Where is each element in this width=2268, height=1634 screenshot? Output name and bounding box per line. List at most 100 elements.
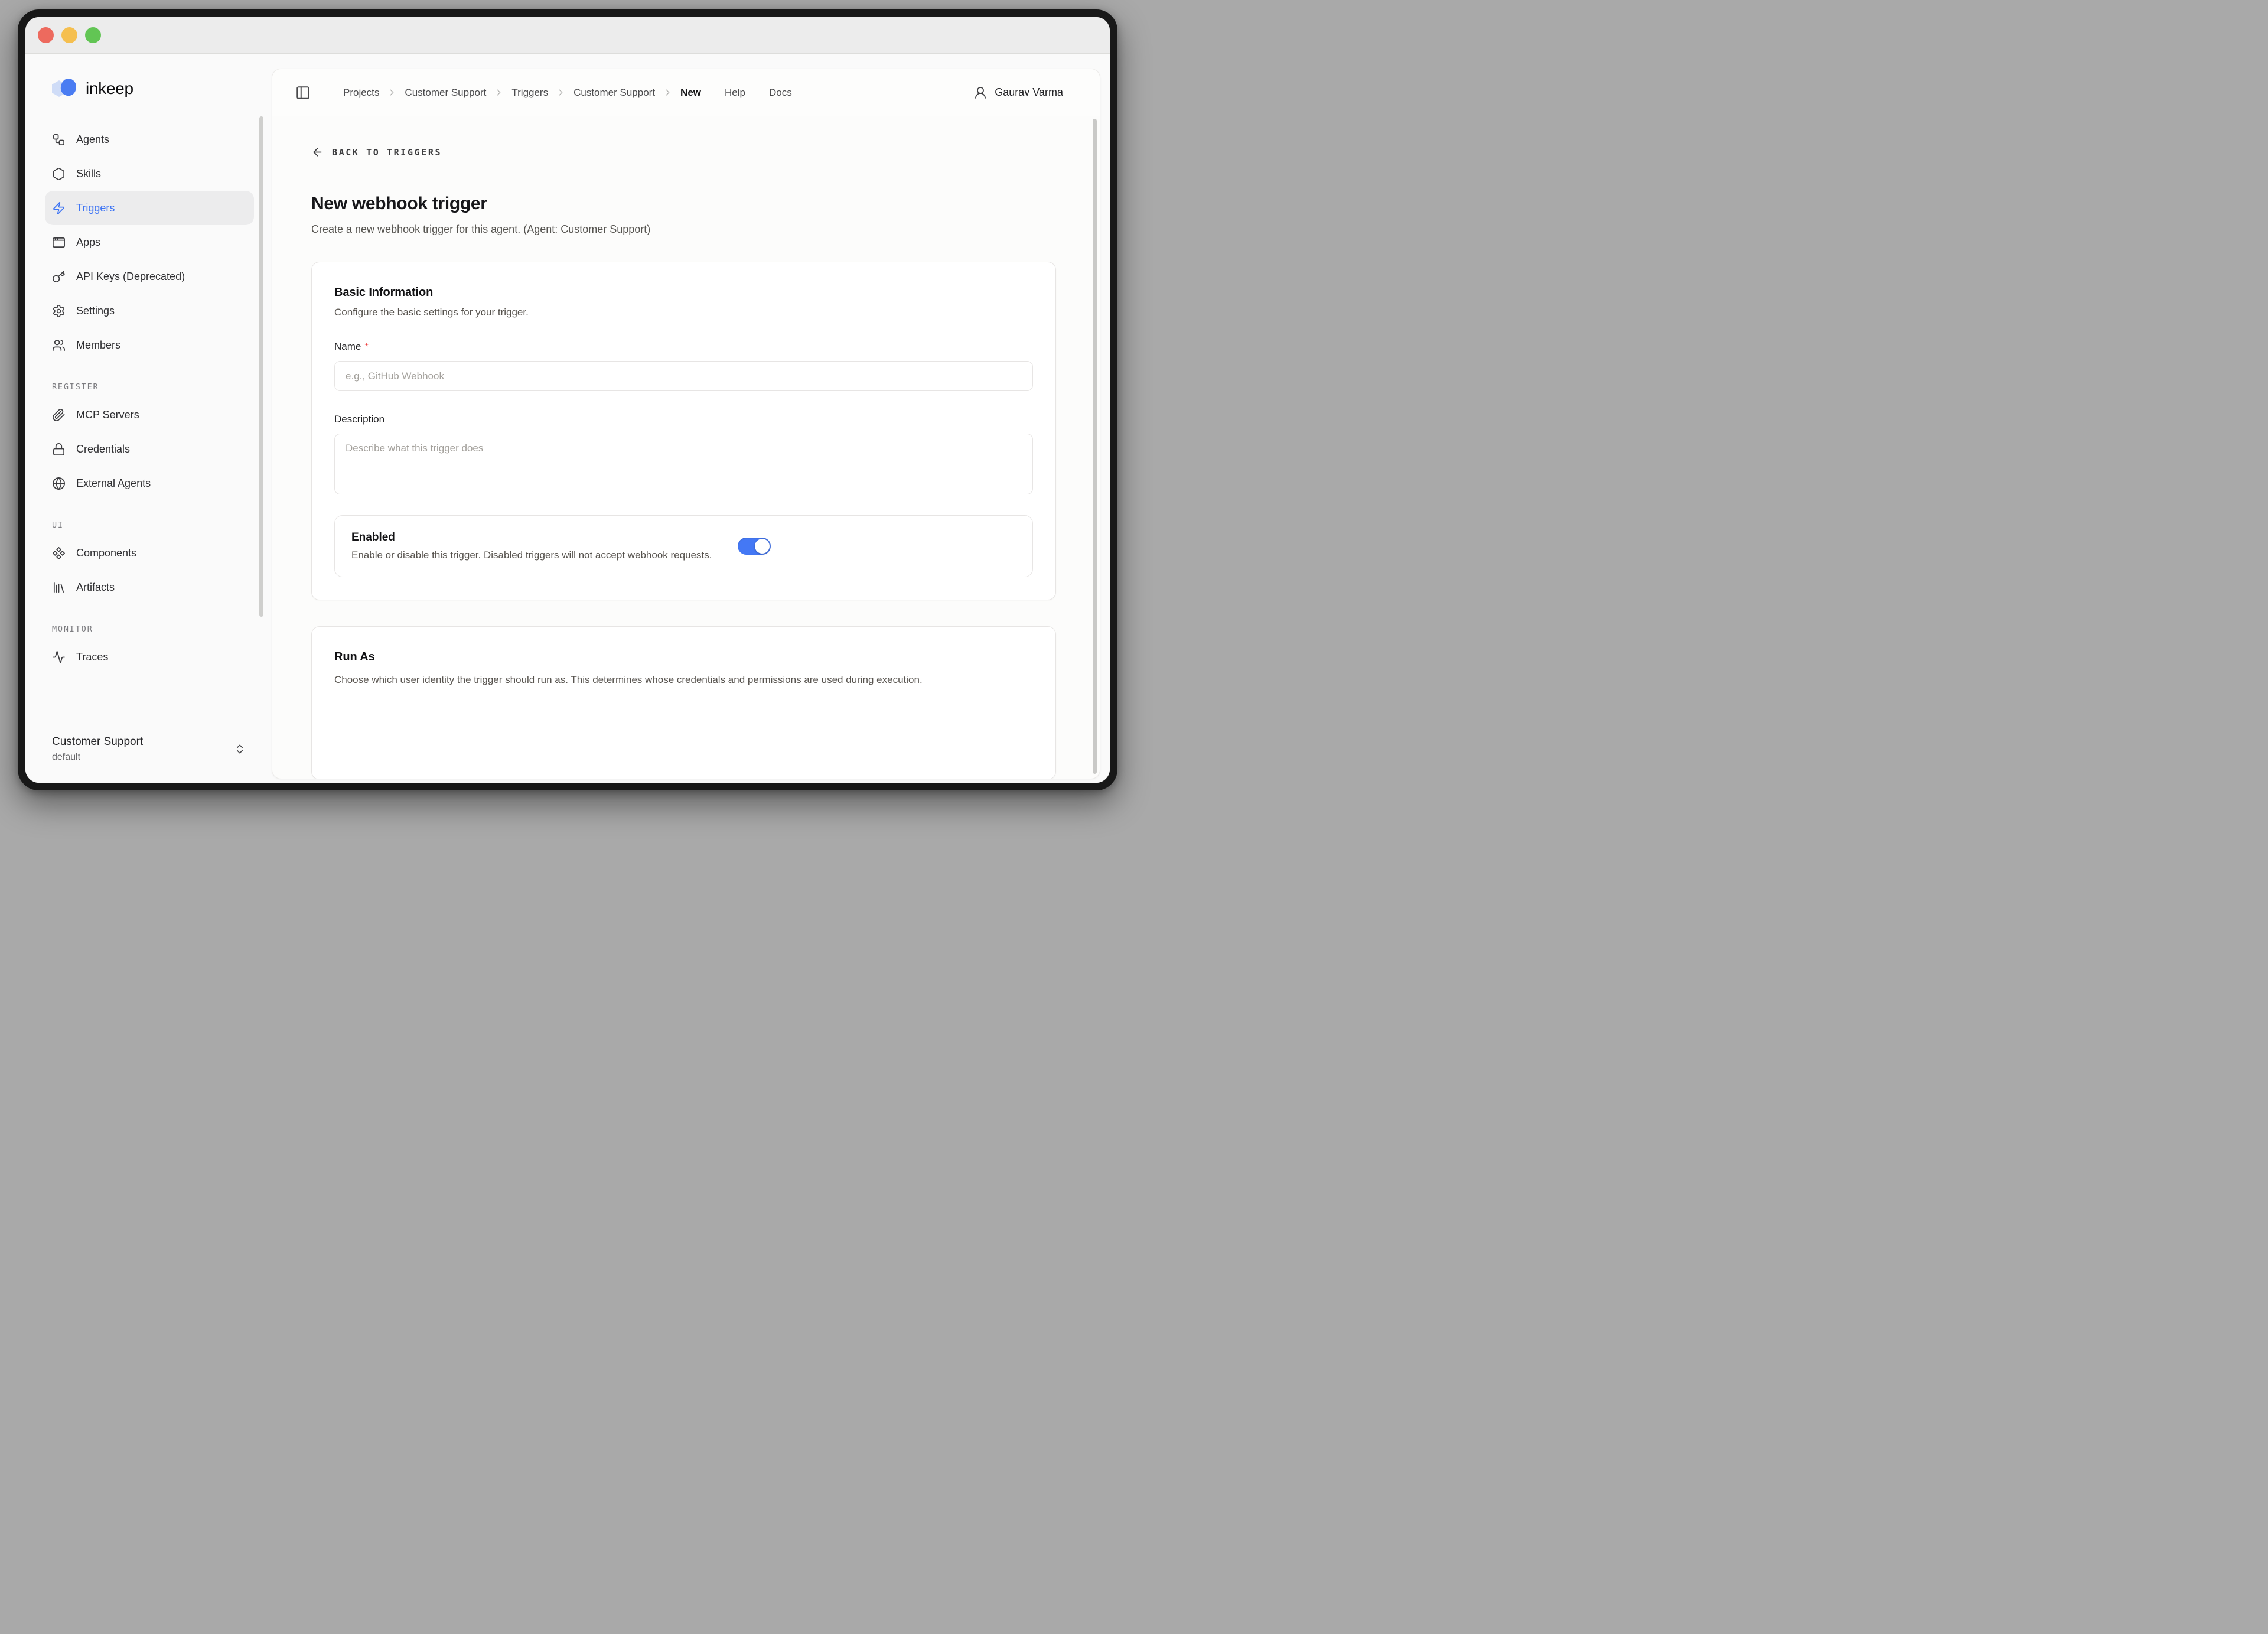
breadcrumb-customer-support[interactable]: Customer Support bbox=[405, 87, 486, 99]
key-icon bbox=[52, 270, 66, 284]
sidebar-item-label: External Agents bbox=[76, 477, 151, 490]
user-menu[interactable]: Gaurav Varma bbox=[973, 86, 1063, 100]
sidebar-item-label: API Keys (Deprecated) bbox=[76, 271, 185, 283]
sidebar-item-label: Settings bbox=[76, 305, 115, 317]
breadcrumb-header: Projects Customer Support Triggers Custo… bbox=[272, 69, 1100, 116]
page-title: New webhook trigger bbox=[311, 194, 1056, 214]
zoom-button[interactable] bbox=[85, 27, 101, 43]
run-as-description: Choose which user identity the trigger s… bbox=[334, 672, 1022, 688]
lock-icon bbox=[52, 442, 66, 456]
enabled-setting: Enabled Enable or disable this trigger. … bbox=[334, 515, 1033, 577]
name-label: Name * bbox=[334, 341, 1033, 353]
enabled-toggle[interactable] bbox=[738, 538, 771, 555]
toggle-knob bbox=[755, 539, 770, 554]
page-content: BACK TO TRIGGERS New webhook trigger Cre… bbox=[272, 116, 1100, 779]
chevron-right-icon bbox=[663, 87, 673, 97]
users-icon bbox=[52, 338, 66, 352]
workspace-environment: default bbox=[52, 752, 143, 763]
description-label-text: Description bbox=[334, 414, 384, 425]
workspace-switcher[interactable]: Customer Support default bbox=[45, 735, 254, 763]
docs-link[interactable]: Docs bbox=[769, 87, 792, 99]
sidebar-item-mcp-servers[interactable]: MCP Servers bbox=[45, 398, 254, 432]
sidebar-scrollbar[interactable] bbox=[259, 116, 263, 617]
panel-left-icon[interactable] bbox=[295, 85, 311, 100]
sidebar-item-members[interactable]: Members bbox=[45, 328, 254, 362]
breadcrumb-new: New bbox=[680, 87, 701, 99]
sidebar-item-label: MCP Servers bbox=[76, 409, 139, 421]
inkeep-logo-icon bbox=[50, 76, 80, 101]
required-asterisk: * bbox=[364, 341, 369, 353]
user-name: Gaurav Varma bbox=[995, 86, 1063, 99]
run-as-card: Run As Choose which user identity the tr… bbox=[311, 626, 1056, 779]
sidebar-item-label: Artifacts bbox=[76, 581, 115, 594]
app-window-icon bbox=[52, 236, 66, 249]
app-window: inkeep Agents Skills Triggers Apps bbox=[18, 9, 1117, 790]
description-label: Description bbox=[334, 414, 1033, 425]
zap-icon bbox=[52, 201, 66, 215]
chevron-right-icon bbox=[556, 87, 566, 97]
name-input[interactable] bbox=[334, 361, 1033, 391]
window-titlebar bbox=[25, 17, 1110, 54]
sidebar-item-settings[interactable]: Settings bbox=[45, 294, 254, 328]
basic-information-description: Configure the basic settings for your tr… bbox=[334, 307, 1033, 318]
gear-icon bbox=[52, 304, 66, 318]
sidebar-item-label: Components bbox=[76, 547, 136, 559]
back-to-triggers-link[interactable]: BACK TO TRIGGERS bbox=[311, 146, 442, 158]
breadcrumb-agent[interactable]: Customer Support bbox=[573, 87, 655, 99]
basic-information-card: Basic Information Configure the basic se… bbox=[311, 262, 1056, 600]
sidebar-section-register: REGISTER bbox=[52, 382, 254, 392]
header-links: Help Docs bbox=[725, 87, 792, 99]
description-input[interactable] bbox=[334, 434, 1033, 494]
sidebar-item-triggers[interactable]: Triggers bbox=[45, 191, 254, 225]
enabled-title: Enabled bbox=[351, 531, 712, 544]
sidebar-item-label: Members bbox=[76, 339, 120, 351]
sidebar-item-label: Triggers bbox=[76, 202, 115, 214]
arrow-left-icon bbox=[311, 146, 324, 158]
run-as-title: Run As bbox=[334, 650, 1033, 664]
library-icon bbox=[52, 581, 66, 594]
globe-icon bbox=[52, 477, 66, 490]
breadcrumb-triggers[interactable]: Triggers bbox=[511, 87, 548, 99]
back-link-label: BACK TO TRIGGERS bbox=[332, 147, 442, 158]
sidebar-item-external-agents[interactable]: External Agents bbox=[45, 466, 254, 500]
chevron-right-icon bbox=[387, 87, 397, 97]
paperclip-icon bbox=[52, 408, 66, 422]
sidebar-item-credentials[interactable]: Credentials bbox=[45, 432, 254, 466]
basic-information-title: Basic Information bbox=[334, 286, 1033, 300]
main-panel: Projects Customer Support Triggers Custo… bbox=[272, 69, 1100, 779]
sidebar-item-components[interactable]: Components bbox=[45, 536, 254, 570]
sidebar: inkeep Agents Skills Triggers Apps bbox=[25, 54, 272, 783]
close-button[interactable] bbox=[38, 27, 54, 43]
hexagon-icon bbox=[52, 167, 66, 181]
sidebar-section-monitor: MONITOR bbox=[52, 624, 254, 634]
logo-wordmark: inkeep bbox=[86, 79, 133, 98]
workspace-name: Customer Support bbox=[52, 735, 143, 748]
inkeep-logo[interactable]: inkeep bbox=[50, 75, 254, 102]
sidebar-item-label: Traces bbox=[76, 651, 108, 663]
page-subtitle: Create a new webhook trigger for this ag… bbox=[311, 223, 1056, 236]
sidebar-item-label: Credentials bbox=[76, 443, 130, 455]
sidebar-item-api-keys[interactable]: API Keys (Deprecated) bbox=[45, 259, 254, 294]
sidebar-item-label: Agents bbox=[76, 134, 109, 146]
name-label-text: Name bbox=[334, 341, 361, 353]
activity-icon bbox=[52, 650, 66, 664]
chevrons-up-down-icon bbox=[234, 743, 246, 755]
sidebar-item-agents[interactable]: Agents bbox=[45, 122, 254, 157]
sidebar-item-artifacts[interactable]: Artifacts bbox=[45, 570, 254, 604]
app-body: inkeep Agents Skills Triggers Apps bbox=[25, 54, 1110, 783]
sidebar-item-traces[interactable]: Traces bbox=[45, 640, 254, 674]
component-icon bbox=[52, 546, 66, 560]
sidebar-item-apps[interactable]: Apps bbox=[45, 225, 254, 259]
breadcrumb-projects[interactable]: Projects bbox=[343, 87, 379, 99]
sidebar-item-skills[interactable]: Skills bbox=[45, 157, 254, 191]
sidebar-item-label: Skills bbox=[76, 168, 101, 180]
content-scrollbar[interactable] bbox=[1093, 119, 1097, 774]
desktop-background: inkeep Agents Skills Triggers Apps bbox=[0, 0, 1134, 817]
sidebar-item-label: Apps bbox=[76, 236, 100, 249]
minimize-button[interactable] bbox=[61, 27, 77, 43]
enabled-description: Enable or disable this trigger. Disabled… bbox=[351, 549, 712, 561]
help-link[interactable]: Help bbox=[725, 87, 745, 99]
sidebar-section-ui: UI bbox=[52, 520, 254, 530]
workflow-icon bbox=[52, 133, 66, 147]
user-icon bbox=[973, 86, 988, 100]
